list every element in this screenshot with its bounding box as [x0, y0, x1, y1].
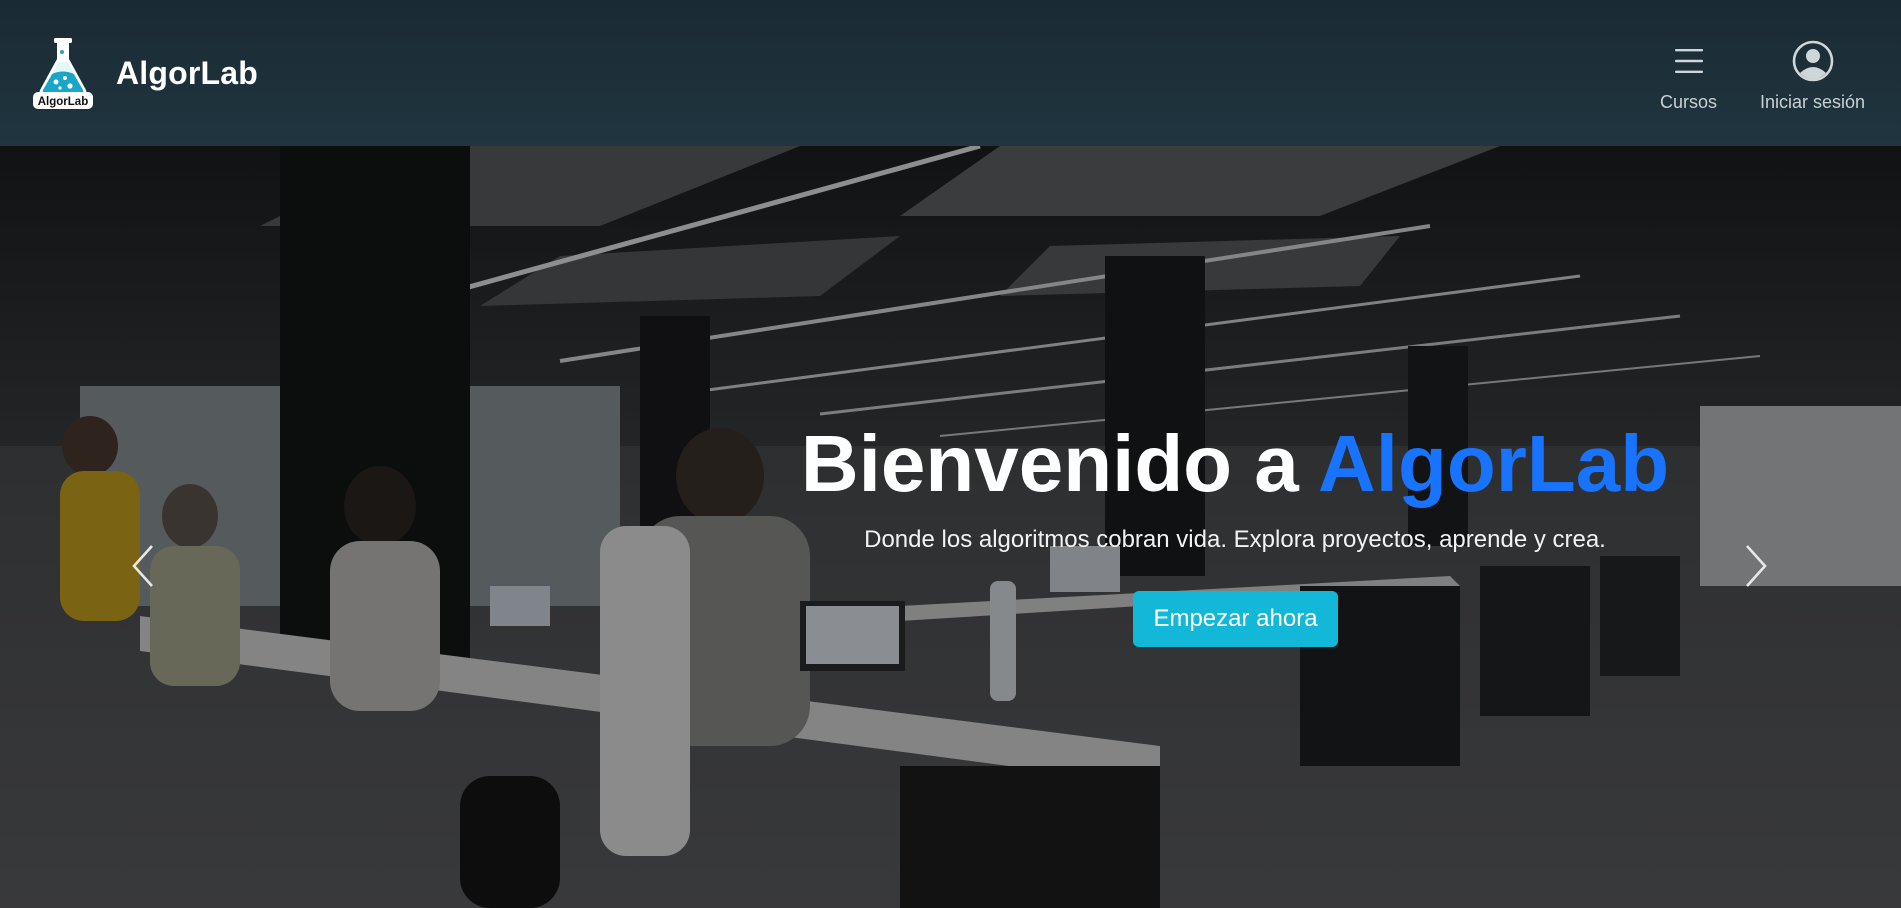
hero-carousel: Bienvenido a AlgorLab Donde los algoritm… [0, 146, 1901, 908]
nav-cursos[interactable]: Cursos [1660, 40, 1717, 113]
menu-icon [1674, 49, 1703, 73]
user-circle-icon [1792, 40, 1833, 82]
algorlab-logo-icon: AlgorLab [33, 38, 93, 109]
brand-name: AlgorLab [116, 54, 259, 91]
top-navbar: AlgorLab AlgorLab Cursos Iniciar sesión [0, 0, 1901, 146]
chevron-left-icon[interactable] [124, 536, 160, 596]
nav-cursos-label: Cursos [1660, 92, 1718, 112]
hero-title-accent: AlgorLab [1318, 419, 1670, 508]
hero-title: Bienvenido a AlgorLab [0, 424, 1901, 504]
logo-badge-text: AlgorLab [38, 96, 88, 108]
nav-iniciar-sesion-label: Iniciar sesión [1760, 92, 1866, 112]
brand-link[interactable]: AlgorLab AlgorLab [32, 36, 258, 110]
hero-title-prefix: Bienvenido a [800, 419, 1319, 508]
nav-iniciar-sesion[interactable]: Iniciar sesión [1760, 40, 1865, 113]
start-now-button[interactable]: Empezar ahora [1133, 591, 1338, 647]
hero-subtitle: Donde los algoritmos cobran vida. Explor… [864, 526, 1606, 553]
chevron-right-icon[interactable] [1739, 536, 1775, 596]
